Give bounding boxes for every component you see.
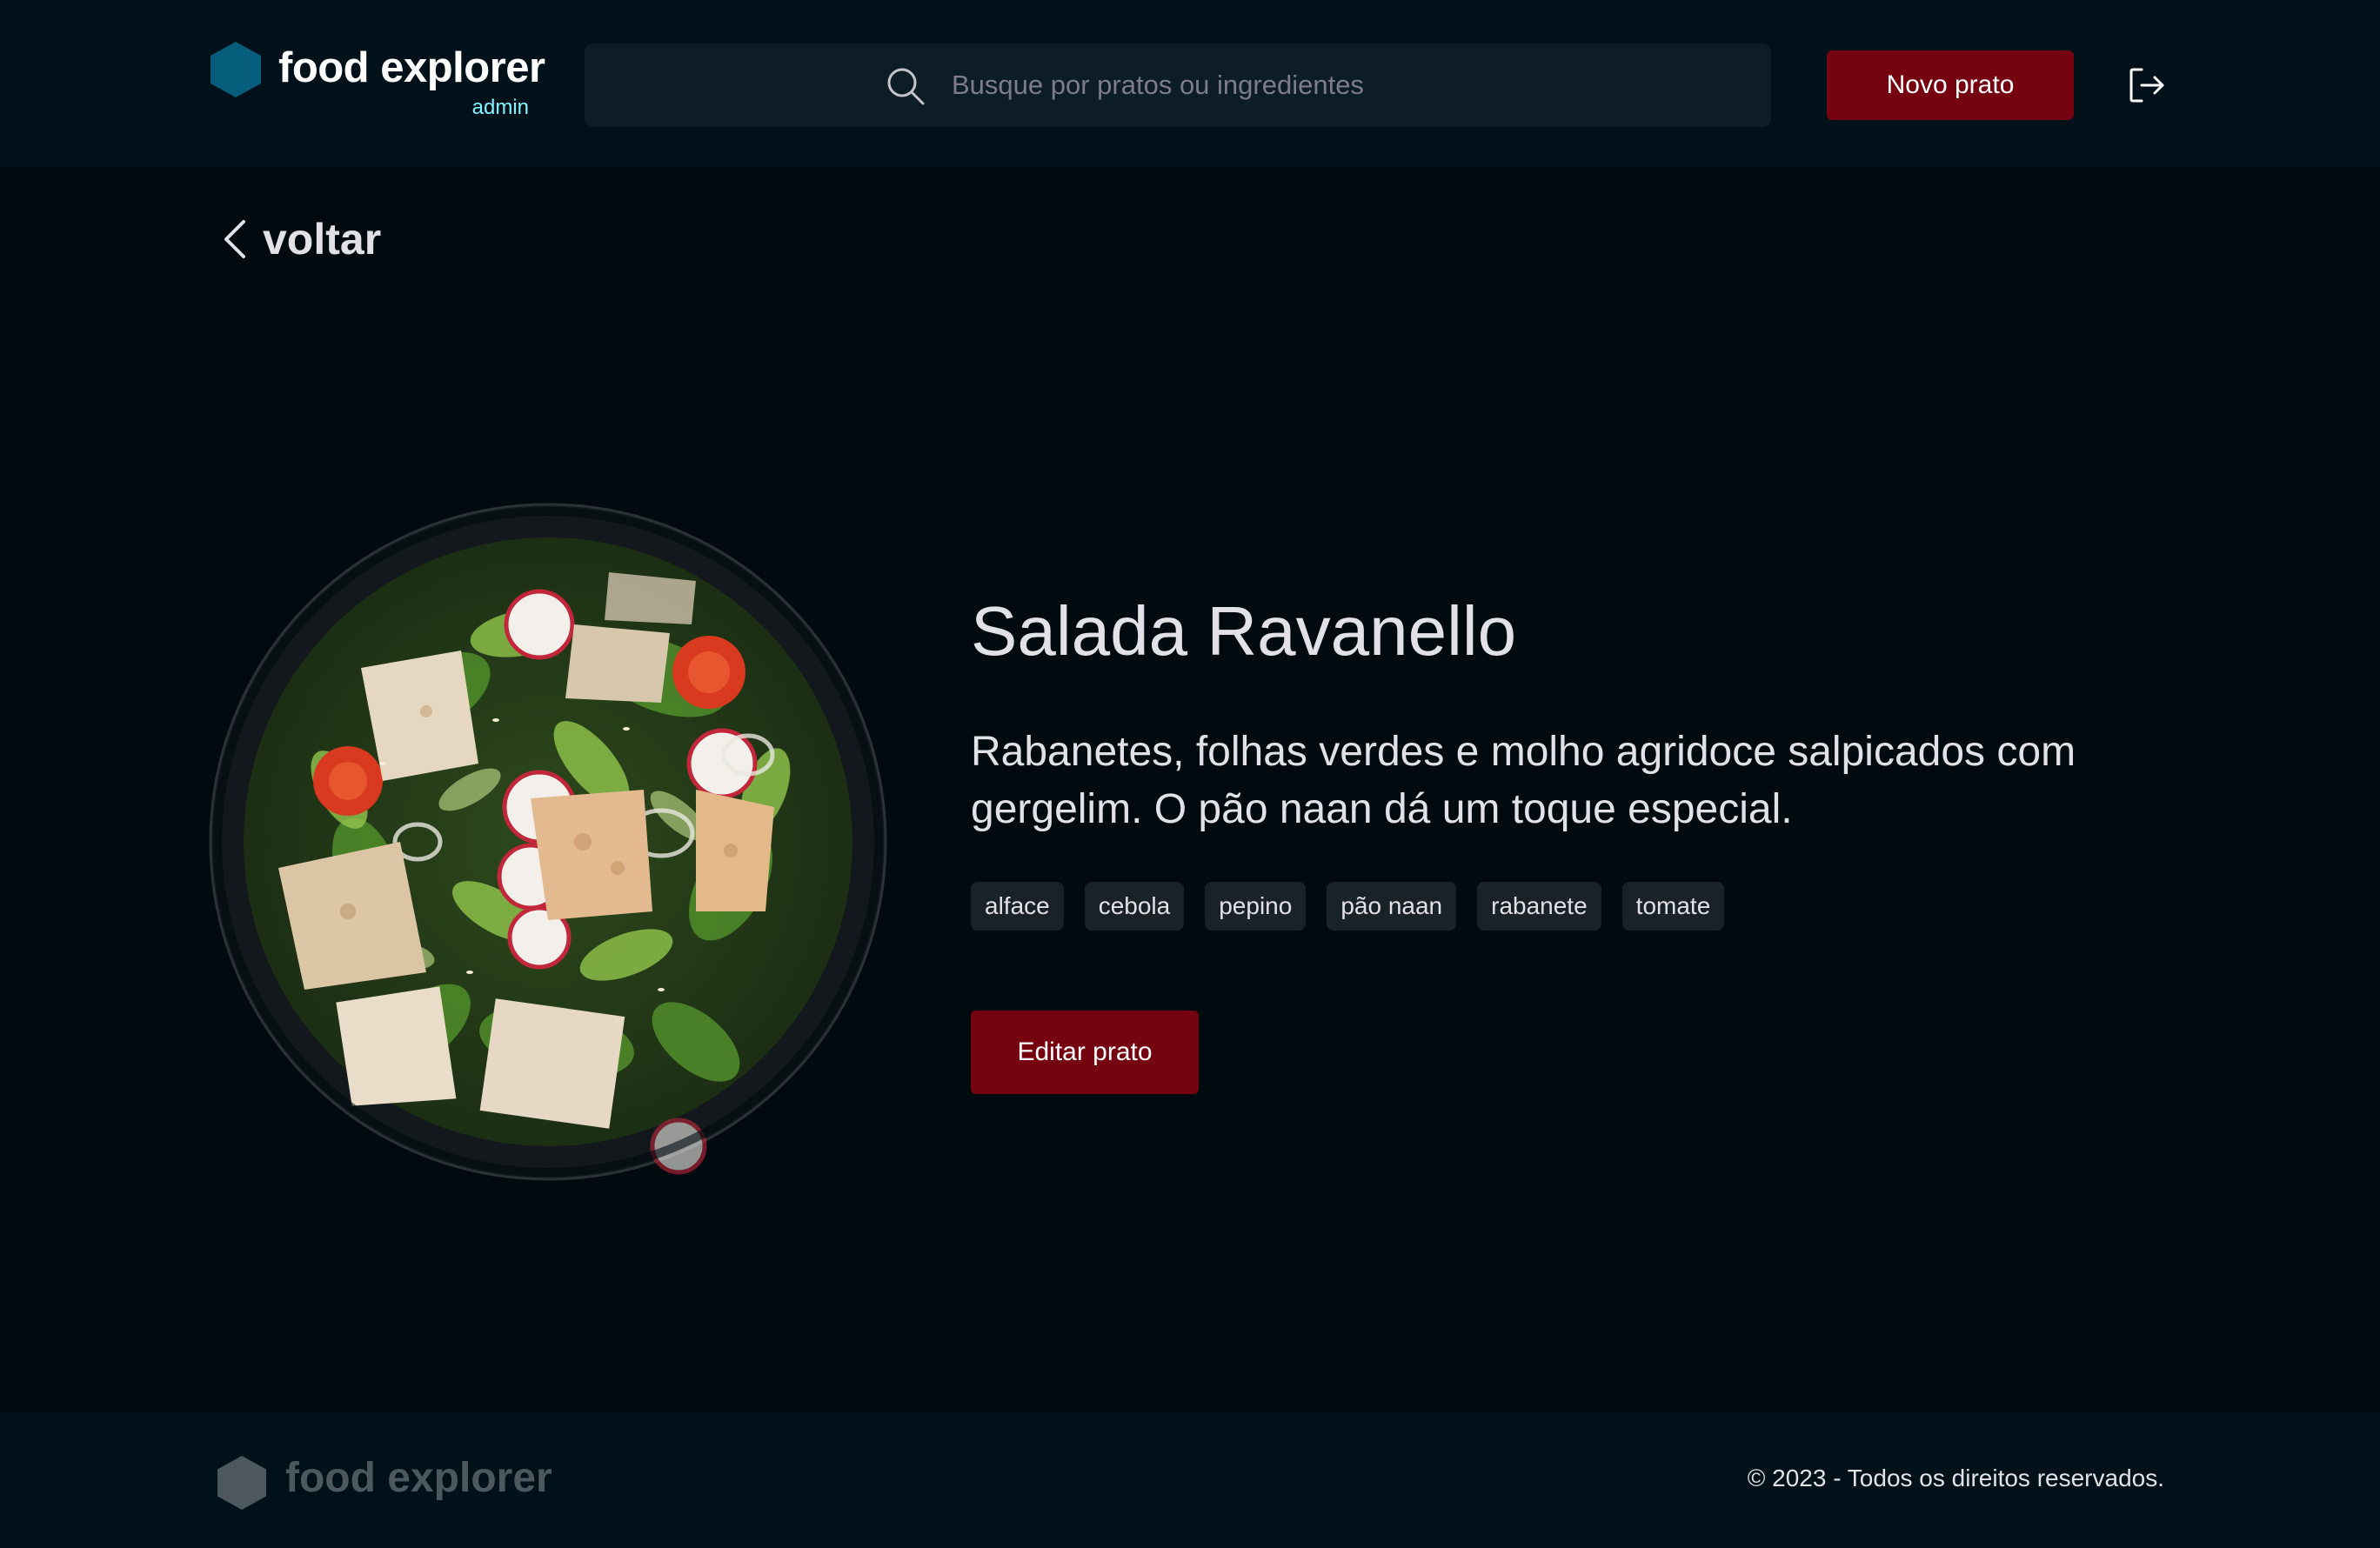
- dish-description: Rabanetes, folhas verdes e molho agridoc…: [971, 729, 2076, 832]
- logout-icon[interactable]: [2128, 66, 2166, 104]
- hexagon-logo-icon: [211, 42, 261, 97]
- search-icon: [887, 68, 925, 105]
- header: food explorer admin Novo prato: [0, 0, 2380, 167]
- ingredient-tag: pepino: [1205, 882, 1307, 931]
- copyright-text: © 2023 - Todos os direitos reservados.: [1747, 1465, 2164, 1491]
- ingredient-tag: pão naan: [1327, 882, 1457, 931]
- footer-brand-name: food explorer: [285, 1455, 552, 1501]
- dish-image: [209, 503, 887, 1181]
- ingredient-tags: alface cebola pepino pão naan rabanete t…: [971, 882, 1725, 931]
- chevron-left-icon: [224, 220, 245, 258]
- ingredient-tag: alface: [971, 882, 1064, 931]
- dish-title: Salada Ravanello: [971, 592, 1517, 670]
- ingredient-tag: rabanete: [1477, 882, 1601, 931]
- back-link[interactable]: voltar: [219, 209, 381, 270]
- brand-name: food explorer: [278, 44, 545, 91]
- new-dish-button[interactable]: Novo prato: [1827, 50, 2074, 120]
- brand-role: admin: [471, 96, 529, 119]
- back-label: voltar: [263, 215, 382, 264]
- ingredient-tag: tomate: [1621, 882, 1725, 931]
- ingredient-tag: cebola: [1084, 882, 1185, 931]
- footer: food explorer © 2023 - Todos os direitos…: [0, 1412, 2380, 1548]
- search-bar[interactable]: [585, 43, 1771, 127]
- brand-logo[interactable]: food explorer admin: [211, 38, 545, 125]
- edit-dish-button[interactable]: Editar prato: [971, 1011, 1199, 1094]
- hexagon-logo-icon: [217, 1456, 266, 1510]
- search-input[interactable]: [950, 63, 1559, 108]
